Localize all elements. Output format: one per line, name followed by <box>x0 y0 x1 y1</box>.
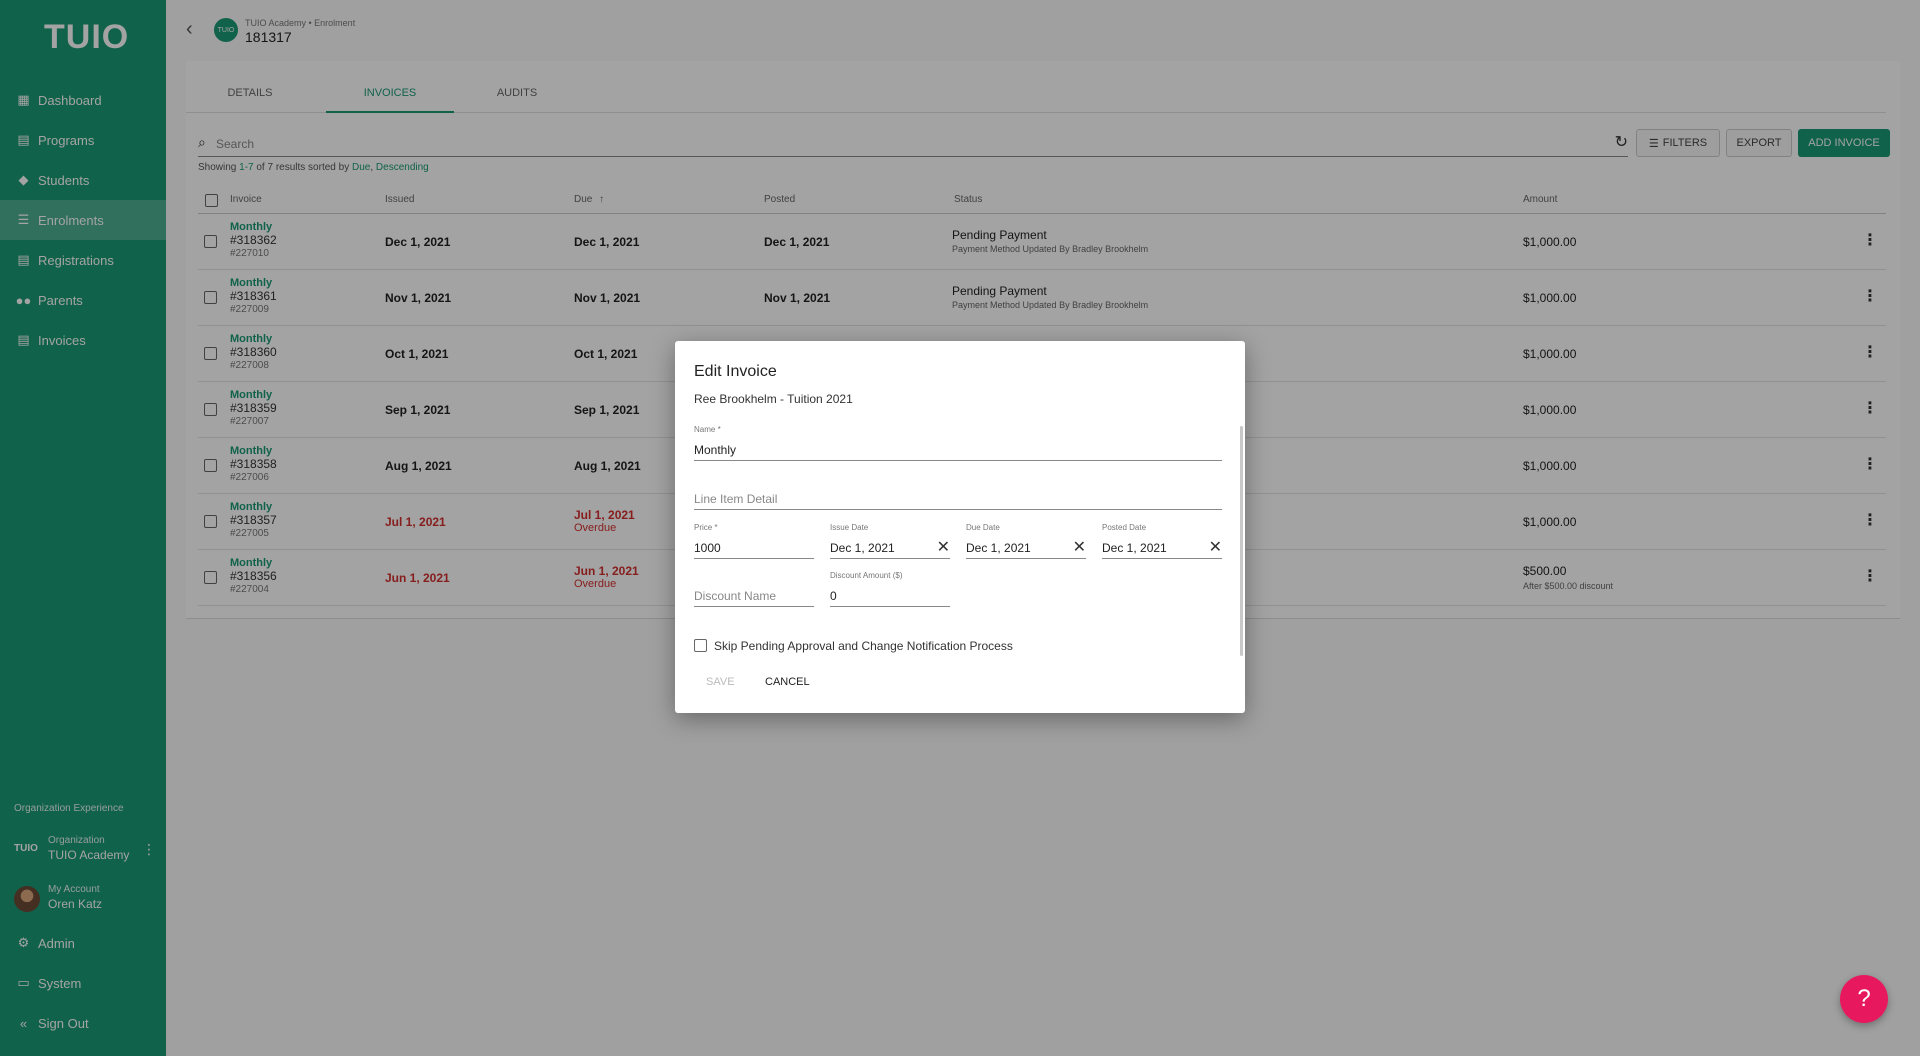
dialog-title: Edit Invoice <box>694 363 777 380</box>
due-date-field[interactable]: Due Date ✕ <box>966 523 1086 559</box>
dialog-scrollbar[interactable] <box>1240 426 1243 656</box>
close-icon[interactable]: ✕ <box>1209 540 1222 556</box>
posted-date-field[interactable]: Posted Date ✕ <box>1102 523 1222 559</box>
discount-name-field[interactable] <box>694 571 814 607</box>
close-icon[interactable]: ✕ <box>937 540 950 556</box>
discount-amount-label: Discount Amount ($) <box>830 571 903 580</box>
dialog-subtitle: Ree Brookhelm - Tuition 2021 <box>694 392 853 406</box>
close-icon[interactable]: ✕ <box>1073 540 1086 556</box>
discount-amount-field[interactable]: Discount Amount ($) <box>830 571 950 607</box>
edit-invoice-dialog: Edit Invoice Ree Brookhelm - Tuition 202… <box>675 341 1245 713</box>
line-item-detail-input[interactable] <box>694 492 1222 506</box>
discount-amount-input[interactable] <box>830 589 950 603</box>
issue-date-field[interactable]: Issue Date ✕ <box>830 523 950 559</box>
posted-date-label: Posted Date <box>1102 523 1147 532</box>
skip-approval-label: Skip Pending Approval and Change Notific… <box>714 639 1013 653</box>
name-field[interactable]: Name * <box>694 425 1222 461</box>
skip-approval-checkbox[interactable] <box>694 639 707 652</box>
discount-name-input[interactable] <box>694 589 814 603</box>
name-input[interactable] <box>694 443 1222 457</box>
save-button[interactable]: SAVE <box>706 676 735 688</box>
line-item-detail-field[interactable] <box>694 474 1222 510</box>
due-date-input[interactable] <box>966 541 1064 555</box>
cancel-button[interactable]: CANCEL <box>765 676 810 688</box>
price-field-label: Price * <box>694 523 718 532</box>
price-input[interactable] <box>694 541 814 555</box>
due-date-label: Due Date <box>966 523 1000 532</box>
issue-date-label: Issue Date <box>830 523 869 532</box>
price-field[interactable]: Price * <box>694 523 814 559</box>
posted-date-input[interactable] <box>1102 541 1200 555</box>
issue-date-input[interactable] <box>830 541 928 555</box>
help-button[interactable]: ? <box>1840 975 1888 1023</box>
name-field-label: Name * <box>694 425 721 434</box>
